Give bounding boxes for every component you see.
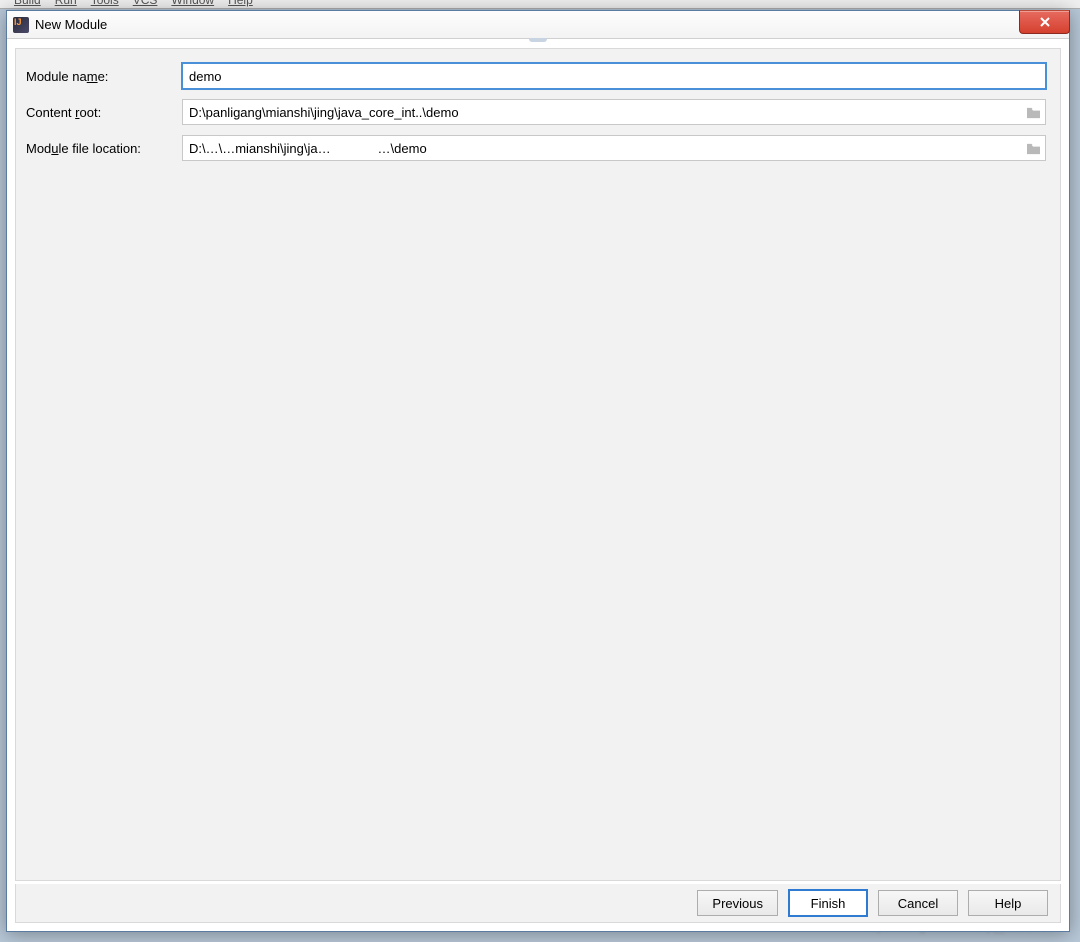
content-root-row: Content root:: [26, 99, 1046, 125]
module-file-browse-button[interactable]: [1021, 135, 1046, 161]
titlebar-grip[interactable]: [529, 38, 547, 42]
dialog-title: New Module: [35, 17, 107, 32]
module-name-row: Module name:: [26, 63, 1046, 89]
cancel-button[interactable]: Cancel: [878, 890, 958, 916]
folder-icon: [1026, 142, 1041, 155]
module-file-location-row: Module file location:: [26, 135, 1046, 161]
finish-button[interactable]: Finish: [788, 889, 868, 917]
module-file-location-label: Module file location:: [26, 141, 182, 156]
parent-menubar: BuildRunToolsVCSWindowHelp: [0, 0, 1080, 9]
module-name-label: Module name:: [26, 69, 182, 84]
module-name-input[interactable]: [182, 63, 1046, 89]
dialog-button-bar: Previous Finish Cancel Help: [15, 884, 1061, 923]
help-button[interactable]: Help: [968, 890, 1048, 916]
content-root-browse-button[interactable]: [1021, 99, 1046, 125]
folder-icon: [1026, 106, 1041, 119]
new-module-dialog: New Module Module name: Content root:: [6, 10, 1070, 932]
form-panel: Module name: Content root:: [15, 48, 1061, 881]
close-button[interactable]: [1019, 10, 1070, 34]
content-root-input[interactable]: [182, 99, 1022, 125]
titlebar[interactable]: New Module: [7, 11, 1069, 39]
close-icon: [1039, 16, 1051, 28]
module-file-location-input[interactable]: [182, 135, 1022, 161]
intellij-icon: [13, 17, 29, 33]
content-root-label: Content root:: [26, 105, 182, 120]
previous-button[interactable]: Previous: [697, 890, 778, 916]
